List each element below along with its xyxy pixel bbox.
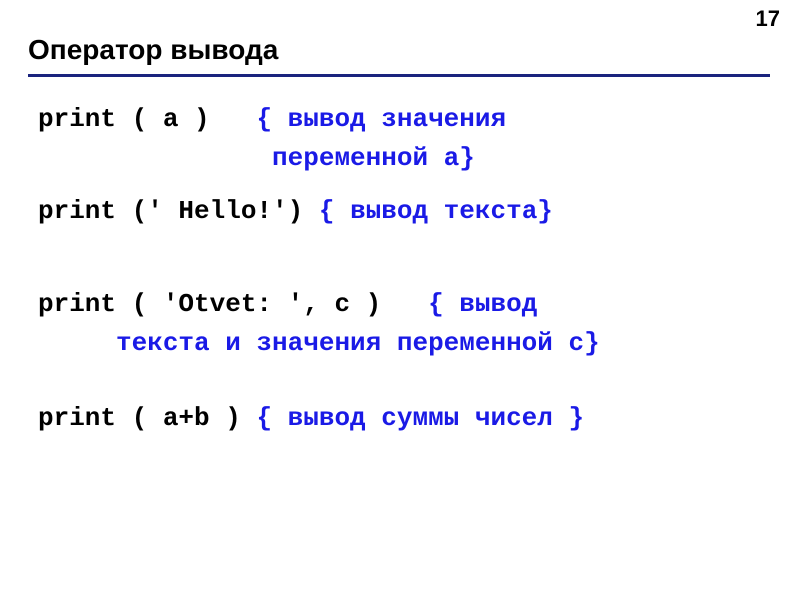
code-line-4: print ( 'Otvet: ', c ) { вывод — [38, 285, 778, 324]
comment-text: { вывод суммы чисел } — [256, 403, 584, 433]
comment-text: переменной a} — [38, 143, 475, 173]
code-text: print ( a+b ) — [38, 403, 256, 433]
code-text: print ( 'Otvet: ', c ) — [38, 289, 428, 319]
code-line-3: print (' Hello!') { вывод текста} — [38, 192, 778, 231]
comment-text: { вывод значения — [256, 104, 506, 134]
code-line-2: переменной a} — [38, 139, 778, 178]
slide-title: Оператор вывода — [28, 34, 278, 66]
comment-text: { вывод — [428, 289, 537, 319]
code-text: print ( a ) — [38, 104, 256, 134]
code-content: print ( a ) { вывод значения переменной … — [38, 100, 778, 438]
code-line-6: print ( a+b ) { вывод суммы чисел } — [38, 399, 778, 438]
code-line-5: текста и значения переменной c} — [38, 324, 778, 363]
page-number: 17 — [756, 6, 780, 32]
title-underline — [28, 74, 770, 77]
comment-text: текста и значения переменной c} — [38, 328, 600, 358]
comment-text: { вывод текста} — [319, 196, 553, 226]
code-text: print (' Hello!') — [38, 196, 319, 226]
code-line-1: print ( a ) { вывод значения — [38, 100, 778, 139]
